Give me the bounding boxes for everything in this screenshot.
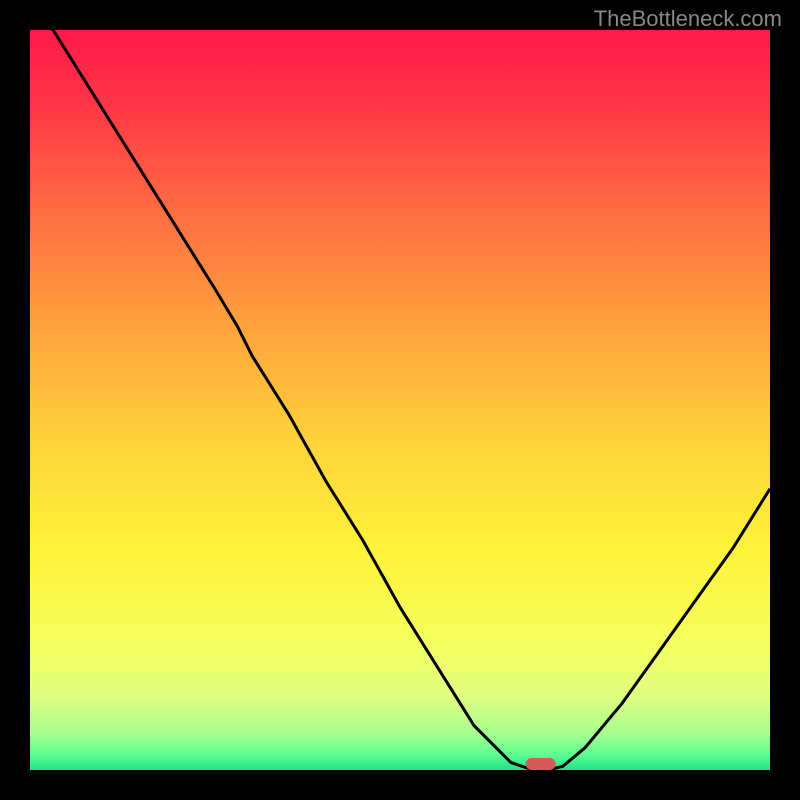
chart-background: [30, 30, 770, 770]
watermark-text: TheBottleneck.com: [594, 6, 782, 32]
optimum-marker: [526, 758, 556, 770]
chart-svg: [30, 30, 770, 770]
chart-plot-area: [30, 30, 770, 770]
